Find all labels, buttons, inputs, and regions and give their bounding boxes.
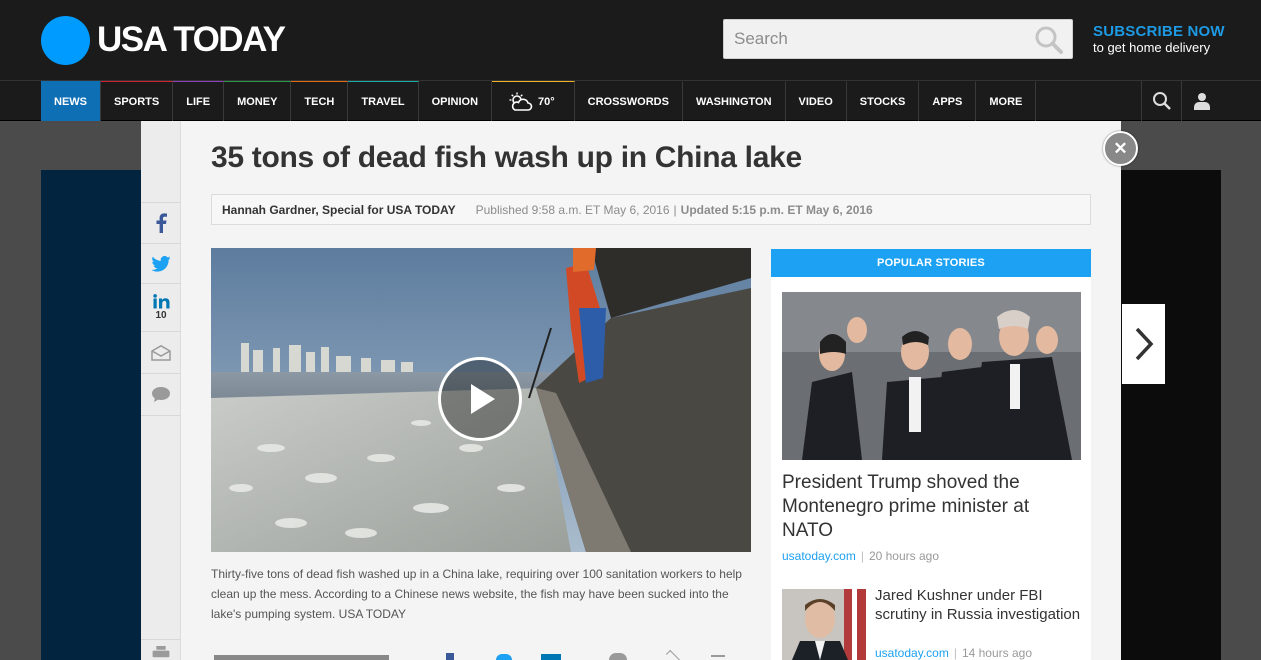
chevron-right-icon bbox=[1135, 327, 1153, 361]
play-icon bbox=[471, 384, 495, 414]
published-timestamp: Published 9:58 a.m. ET May 6, 2016 bbox=[475, 202, 670, 217]
twitter-icon bbox=[151, 255, 171, 272]
facebook-share-button[interactable] bbox=[141, 202, 181, 244]
story-thumbnail[interactable] bbox=[782, 589, 866, 660]
linkedin-share-count: 10 bbox=[155, 310, 167, 321]
nav-washington[interactable]: WASHINGTON bbox=[683, 81, 786, 121]
article-byline: Hannah Gardner, Special for USA TODAY Pu… bbox=[211, 194, 1091, 225]
subscribe-link[interactable]: SUBSCRIBE NOW to get home delivery bbox=[1093, 23, 1225, 55]
envelope-icon[interactable] bbox=[665, 649, 681, 660]
weather-temp: 70° bbox=[538, 95, 555, 108]
linkedin-icon bbox=[152, 294, 169, 309]
search-input[interactable] bbox=[724, 20, 1024, 58]
search-icon[interactable] bbox=[1034, 25, 1064, 55]
byline-separator: | bbox=[673, 202, 677, 217]
user-icon bbox=[1193, 93, 1210, 110]
logo-circle[interactable] bbox=[41, 16, 90, 65]
comment-icon bbox=[152, 387, 170, 402]
twitter-icon[interactable] bbox=[496, 654, 512, 660]
story-meta: usatoday.com | 20 hours ago bbox=[782, 549, 939, 563]
meta-separator: | bbox=[953, 646, 957, 660]
story-time: 14 hours ago bbox=[961, 646, 1033, 660]
more-share-icon[interactable] bbox=[711, 655, 725, 660]
bottom-share-row bbox=[211, 648, 751, 660]
updated-timestamp: Updated 5:15 p.m. ET May 6, 2016 bbox=[680, 202, 873, 217]
author-name: Hannah Gardner, Special for USA TODAY bbox=[222, 202, 456, 217]
kushner-photo bbox=[782, 589, 866, 660]
search-box bbox=[723, 19, 1073, 59]
nav-tech[interactable]: TECH bbox=[291, 81, 349, 121]
story-source[interactable]: usatoday.com bbox=[782, 549, 856, 563]
nav-crosswords[interactable]: CROSSWORDS bbox=[575, 81, 683, 121]
nav-search-button[interactable] bbox=[1141, 81, 1181, 121]
nav-life[interactable]: LIFE bbox=[173, 81, 225, 121]
next-article-button[interactable] bbox=[1122, 304, 1165, 384]
article-headline: 35 tons of dead fish wash up in China la… bbox=[211, 141, 802, 174]
play-button[interactable] bbox=[438, 357, 522, 441]
background-panel-right bbox=[1110, 170, 1221, 660]
nav-more[interactable]: MORE bbox=[976, 81, 1037, 121]
story-title[interactable]: Jared Kushner under FBI scrutiny in Russ… bbox=[875, 586, 1085, 624]
nav-sports[interactable]: SPORTS bbox=[101, 81, 174, 121]
linkedin-icon[interactable] bbox=[541, 654, 561, 660]
nav-money[interactable]: MONEY bbox=[224, 81, 292, 121]
story-thumbnail[interactable] bbox=[782, 292, 1081, 460]
meta-separator: | bbox=[860, 549, 864, 563]
nav-apps[interactable]: APPS bbox=[919, 81, 977, 121]
nav-opinion[interactable]: OPINION bbox=[419, 81, 493, 121]
twitter-share-button[interactable] bbox=[141, 244, 181, 284]
nav-weather[interactable]: 70° bbox=[492, 81, 575, 121]
site-header: USA TODAY SUBSCRIBE NOW to get home deli… bbox=[0, 0, 1261, 80]
background-panel-left bbox=[41, 170, 151, 660]
facebook-icon bbox=[156, 213, 167, 233]
popular-stories-header: POPULAR STORIES bbox=[771, 249, 1091, 277]
main-nav: NEWS SPORTS LIFE MONEY TECH TRAVEL OPINI… bbox=[0, 80, 1261, 121]
story-meta: usatoday.com | 14 hours ago bbox=[875, 646, 1032, 660]
video-caption: Thirty-five tons of dead fish washed up … bbox=[211, 567, 742, 621]
story-time: 20 hours ago bbox=[868, 549, 940, 563]
search-icon bbox=[1152, 92, 1171, 110]
linkedin-share-button[interactable]: 10 bbox=[141, 284, 181, 332]
comment-button[interactable] bbox=[141, 374, 181, 416]
nav-video[interactable]: VIDEO bbox=[786, 81, 847, 121]
facebook-icon[interactable] bbox=[446, 653, 454, 660]
story-title[interactable]: President Trump shoved the Montenegro pr… bbox=[782, 471, 1082, 543]
nav-user-button[interactable] bbox=[1181, 81, 1221, 121]
nav-stocks[interactable]: STOCKS bbox=[847, 81, 920, 121]
subscribe-title: SUBSCRIBE NOW bbox=[1093, 23, 1225, 40]
nav-news[interactable]: NEWS bbox=[41, 81, 101, 121]
nav-travel[interactable]: TRAVEL bbox=[348, 81, 419, 121]
print-icon bbox=[152, 646, 170, 658]
site-logo[interactable]: USA TODAY bbox=[97, 20, 286, 60]
print-button[interactable] bbox=[141, 639, 181, 660]
close-icon: ✕ bbox=[1113, 138, 1128, 158]
subscribe-subtitle: to get home delivery bbox=[1093, 40, 1211, 55]
envelope-icon bbox=[151, 344, 171, 361]
close-button[interactable]: ✕ bbox=[1103, 131, 1138, 166]
partly-cloudy-icon bbox=[509, 92, 533, 111]
story-source[interactable]: usatoday.com bbox=[875, 646, 949, 660]
email-share-button[interactable] bbox=[141, 332, 181, 374]
leaders-photo bbox=[782, 292, 1081, 460]
related-thumbnail[interactable] bbox=[214, 655, 389, 660]
comment-icon[interactable] bbox=[609, 653, 627, 660]
article-video[interactable] bbox=[211, 248, 751, 552]
share-sidebar: 10 bbox=[141, 121, 181, 660]
